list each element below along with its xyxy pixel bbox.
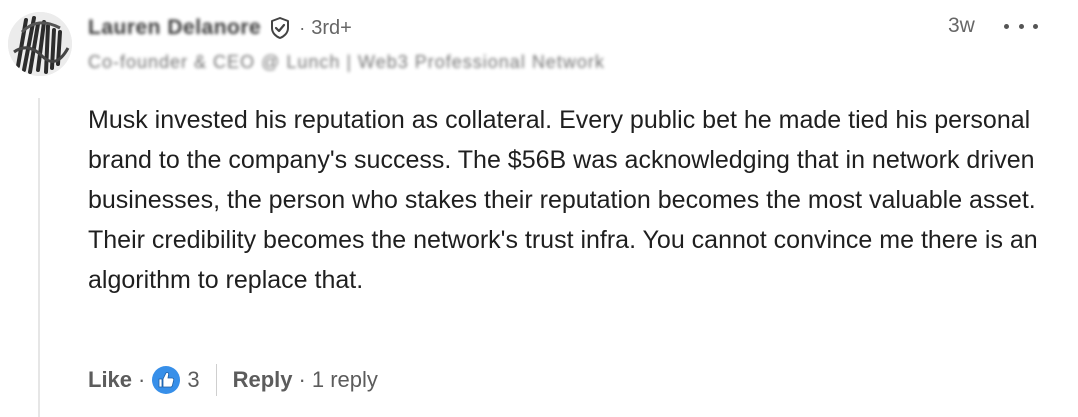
comment-header: Lauren Delanore · 3rd+ bbox=[88, 14, 352, 42]
avatar-photo bbox=[8, 12, 72, 76]
comment-actions: Like · 3 Reply · 1 reply bbox=[88, 362, 378, 398]
comment-timestamp: 3w bbox=[948, 14, 975, 37]
author-headline: Co-founder & CEO @ Lunch | Web3 Professi… bbox=[88, 52, 605, 72]
reaction-count[interactable]: 3 bbox=[187, 367, 199, 393]
reply-count-link[interactable]: 1 reply bbox=[312, 367, 378, 393]
actions-separator: · bbox=[138, 367, 146, 392]
actions-separator-2: · bbox=[298, 367, 306, 392]
actions-divider bbox=[215, 364, 217, 396]
thumbs-up-reaction-icon[interactable] bbox=[151, 365, 181, 395]
thread-line bbox=[38, 98, 40, 417]
like-button[interactable]: Like bbox=[88, 367, 132, 393]
comment-text: Musk invested his reputation as collater… bbox=[88, 106, 1038, 294]
author-name[interactable]: Lauren Delanore bbox=[88, 16, 261, 40]
connection-degree: 3rd+ bbox=[311, 16, 352, 39]
verified-shield-icon bbox=[269, 17, 291, 39]
more-options-icon[interactable] bbox=[1004, 16, 1038, 36]
header-separator: · bbox=[299, 17, 306, 38]
reply-button[interactable]: Reply bbox=[233, 367, 293, 393]
avatar[interactable] bbox=[8, 12, 72, 76]
